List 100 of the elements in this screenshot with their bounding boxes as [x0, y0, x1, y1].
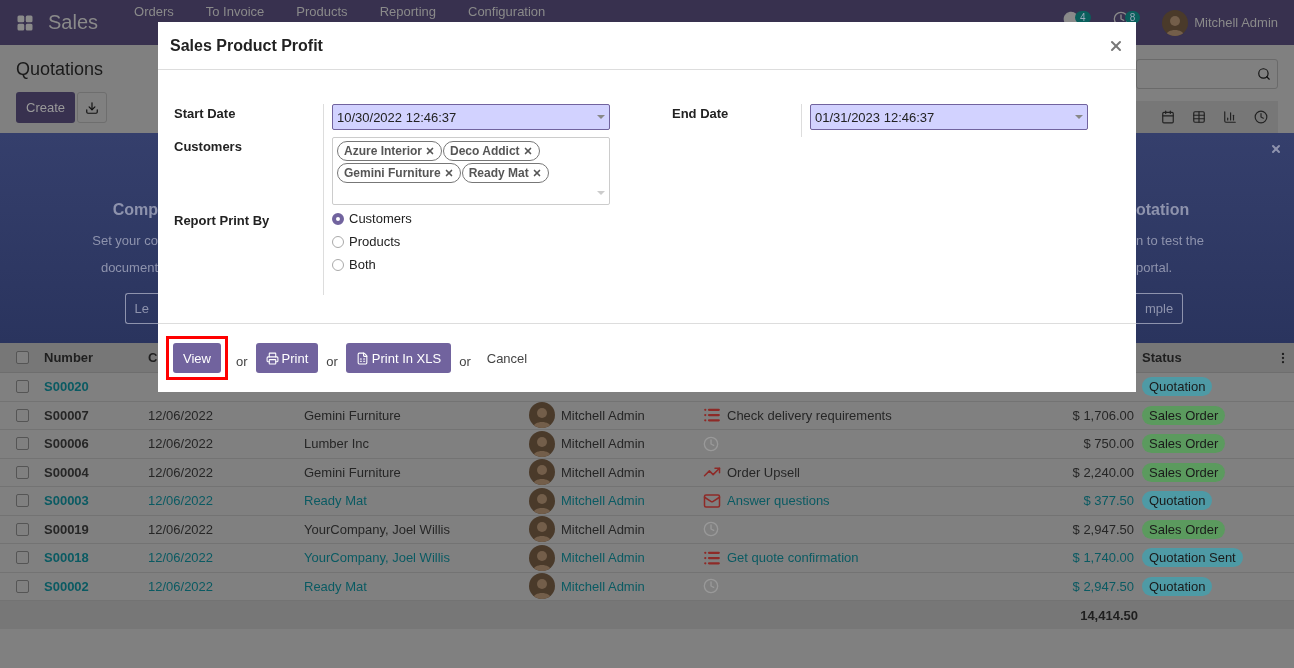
checkbox[interactable] — [16, 579, 29, 593]
table-cell: 12/06/2022 — [148, 521, 214, 537]
table-row[interactable]: S00018 12/06/2022 YourCompany, Joel Willis Mitchell Admin Get quote confirmation $ 1,740.00 Quotation Sent — [0, 544, 1294, 573]
view-button[interactable]: View — [173, 343, 221, 373]
search-field[interactable] — [1136, 59, 1278, 89]
status-badge: Sales Order — [1142, 434, 1226, 454]
menu-item[interactable]: Configuration — [452, 4, 562, 19]
printer-icon — [265, 351, 279, 365]
cancel-button[interactable]: Cancel — [478, 350, 536, 366]
table-row[interactable]: S00006 12/06/2022 Lumber Inc Mitchell Admin $ 750.00 Sales Order — [0, 430, 1294, 459]
checkbox[interactable] — [16, 351, 29, 364]
table-cell: 12/06/2022 — [148, 436, 214, 452]
table-cell: 12/06/2022 — [148, 550, 214, 566]
table-cell: S00004 — [44, 464, 89, 480]
menu-item[interactable]: To Invoice — [189, 4, 281, 19]
date-field[interactable]: 10/30/2022 12:46:37 — [332, 104, 610, 130]
avatar — [1162, 9, 1189, 36]
banner-text: n to test the — [1136, 232, 1204, 250]
or-text: or — [326, 352, 338, 369]
banner-title: otation — [1136, 201, 1190, 219]
checkbox[interactable] — [16, 408, 29, 422]
radio-button[interactable] — [332, 258, 344, 271]
clock-icon — [703, 578, 719, 595]
checkbox[interactable] — [16, 437, 29, 451]
clock-icon — [703, 521, 719, 538]
tags-field[interactable]: Azure Interior Deco Addict Gemini Furniture Ready Mat — [332, 137, 610, 205]
avatar — [529, 544, 555, 571]
checkbox[interactable] — [16, 522, 29, 536]
checkbox[interactable] — [16, 380, 29, 394]
remove-icon[interactable] — [443, 168, 454, 178]
table-cell: Get quote confirmation — [727, 550, 859, 566]
date-field[interactable]: 01/31/2023 12:46:37 — [810, 104, 1088, 130]
table-cell: $ 2,240.00 — [1072, 464, 1134, 480]
table-cell: $ 377.50 — [1083, 493, 1134, 509]
table-cell: Answer questions — [727, 493, 830, 509]
table-cell: $ 750.00 — [1083, 436, 1134, 452]
download-icon — [85, 100, 100, 115]
table-cell: $ 2,947.50 — [1072, 578, 1134, 594]
table-cell: Lumber Inc — [304, 436, 370, 452]
table-cell: S00006 — [44, 436, 89, 452]
table-cell: Mitchell Admin — [561, 578, 645, 594]
table-cell: 12/06/2022 — [148, 464, 214, 480]
table-row[interactable]: S00004 12/06/2022 Gemini Furniture Mitchell Admin Order Upsell $ 2,240.00 Sales Order — [0, 458, 1294, 487]
checkbox[interactable] — [16, 551, 29, 565]
field-label: End Date — [652, 104, 802, 137]
table-cell: S00020 — [44, 379, 89, 395]
field-label: Customers — [174, 137, 324, 211]
radio-label: Both — [349, 257, 376, 272]
column-header: Number — [44, 350, 94, 365]
status-badge: Quotation Sent — [1142, 548, 1243, 568]
radio-button[interactable] — [332, 235, 344, 248]
remove-icon[interactable] — [531, 168, 542, 178]
checkbox[interactable] — [16, 465, 29, 479]
table-cell: Mitchell Admin — [561, 436, 645, 452]
table-row[interactable]: S00007 12/06/2022 Gemini Furniture Mitchell Admin Check delivery requirements $ 1,706.00 Sales Order — [0, 401, 1294, 430]
clock-icon — [703, 435, 719, 452]
radio-label: Products — [349, 234, 401, 249]
checkbox[interactable] — [16, 494, 29, 508]
avatar — [529, 402, 555, 429]
table-cell: S00019 — [44, 521, 89, 537]
table-cell: YourCompany, Joel Willis — [304, 521, 450, 537]
menu-item[interactable]: Reporting — [363, 4, 452, 19]
table-cell: S00003 — [44, 493, 89, 509]
table-cell: S00002 — [44, 578, 89, 594]
menu-item[interactable]: Orders — [118, 4, 190, 19]
banner-text: portal. — [1136, 259, 1173, 277]
calendar-icon[interactable] — [1161, 110, 1175, 124]
create-button[interactable]: Create — [16, 92, 76, 123]
banner-text: Set your co — [92, 232, 158, 250]
xls-button[interactable]: Print In XLS — [345, 343, 452, 373]
close-icon[interactable] — [1270, 143, 1282, 155]
bar-chart-icon[interactable] — [1223, 110, 1237, 124]
column-header: C — [148, 350, 158, 365]
avatar — [529, 459, 555, 486]
remove-icon[interactable] — [425, 146, 435, 156]
status-badge: Sales Order — [1142, 519, 1226, 539]
table-row[interactable]: S00019 12/06/2022 YourCompany, Joel Willis Mitchell Admin $ 2,947.50 Sales Order — [0, 515, 1294, 544]
table-cell: $ 2,947.50 — [1072, 521, 1134, 537]
table-cell: 12/06/2022 — [148, 493, 214, 509]
total-sum: 14,414.50 — [1080, 607, 1138, 623]
avatar — [529, 487, 555, 514]
table-cell: Mitchell Admin — [561, 550, 645, 566]
remove-icon[interactable] — [522, 146, 533, 156]
apps-icon[interactable] — [16, 13, 34, 32]
spreadsheet-icon — [355, 351, 369, 365]
print-button[interactable]: Print — [255, 343, 319, 373]
table-cell: S00007 — [44, 407, 89, 423]
download-button[interactable] — [77, 92, 108, 123]
banner-title: Comp — [112, 201, 158, 219]
table-icon[interactable] — [1192, 110, 1206, 124]
avatar — [529, 516, 555, 543]
table-cell: Mitchell Admin — [561, 464, 645, 480]
menu-item[interactable]: Products — [280, 4, 364, 19]
field-label: Start Date — [174, 104, 324, 137]
table-row[interactable]: S00003 12/06/2022 Ready Mat Mitchell Admin Answer questions $ 377.50 Quotation — [0, 487, 1294, 516]
search-icon — [1257, 67, 1271, 81]
radio-button[interactable] — [332, 212, 344, 225]
table-cell: 12/06/2022 — [148, 578, 214, 594]
user-name[interactable]: Mitchell Admin — [1194, 15, 1278, 30]
app-name: Sales — [48, 11, 99, 34]
